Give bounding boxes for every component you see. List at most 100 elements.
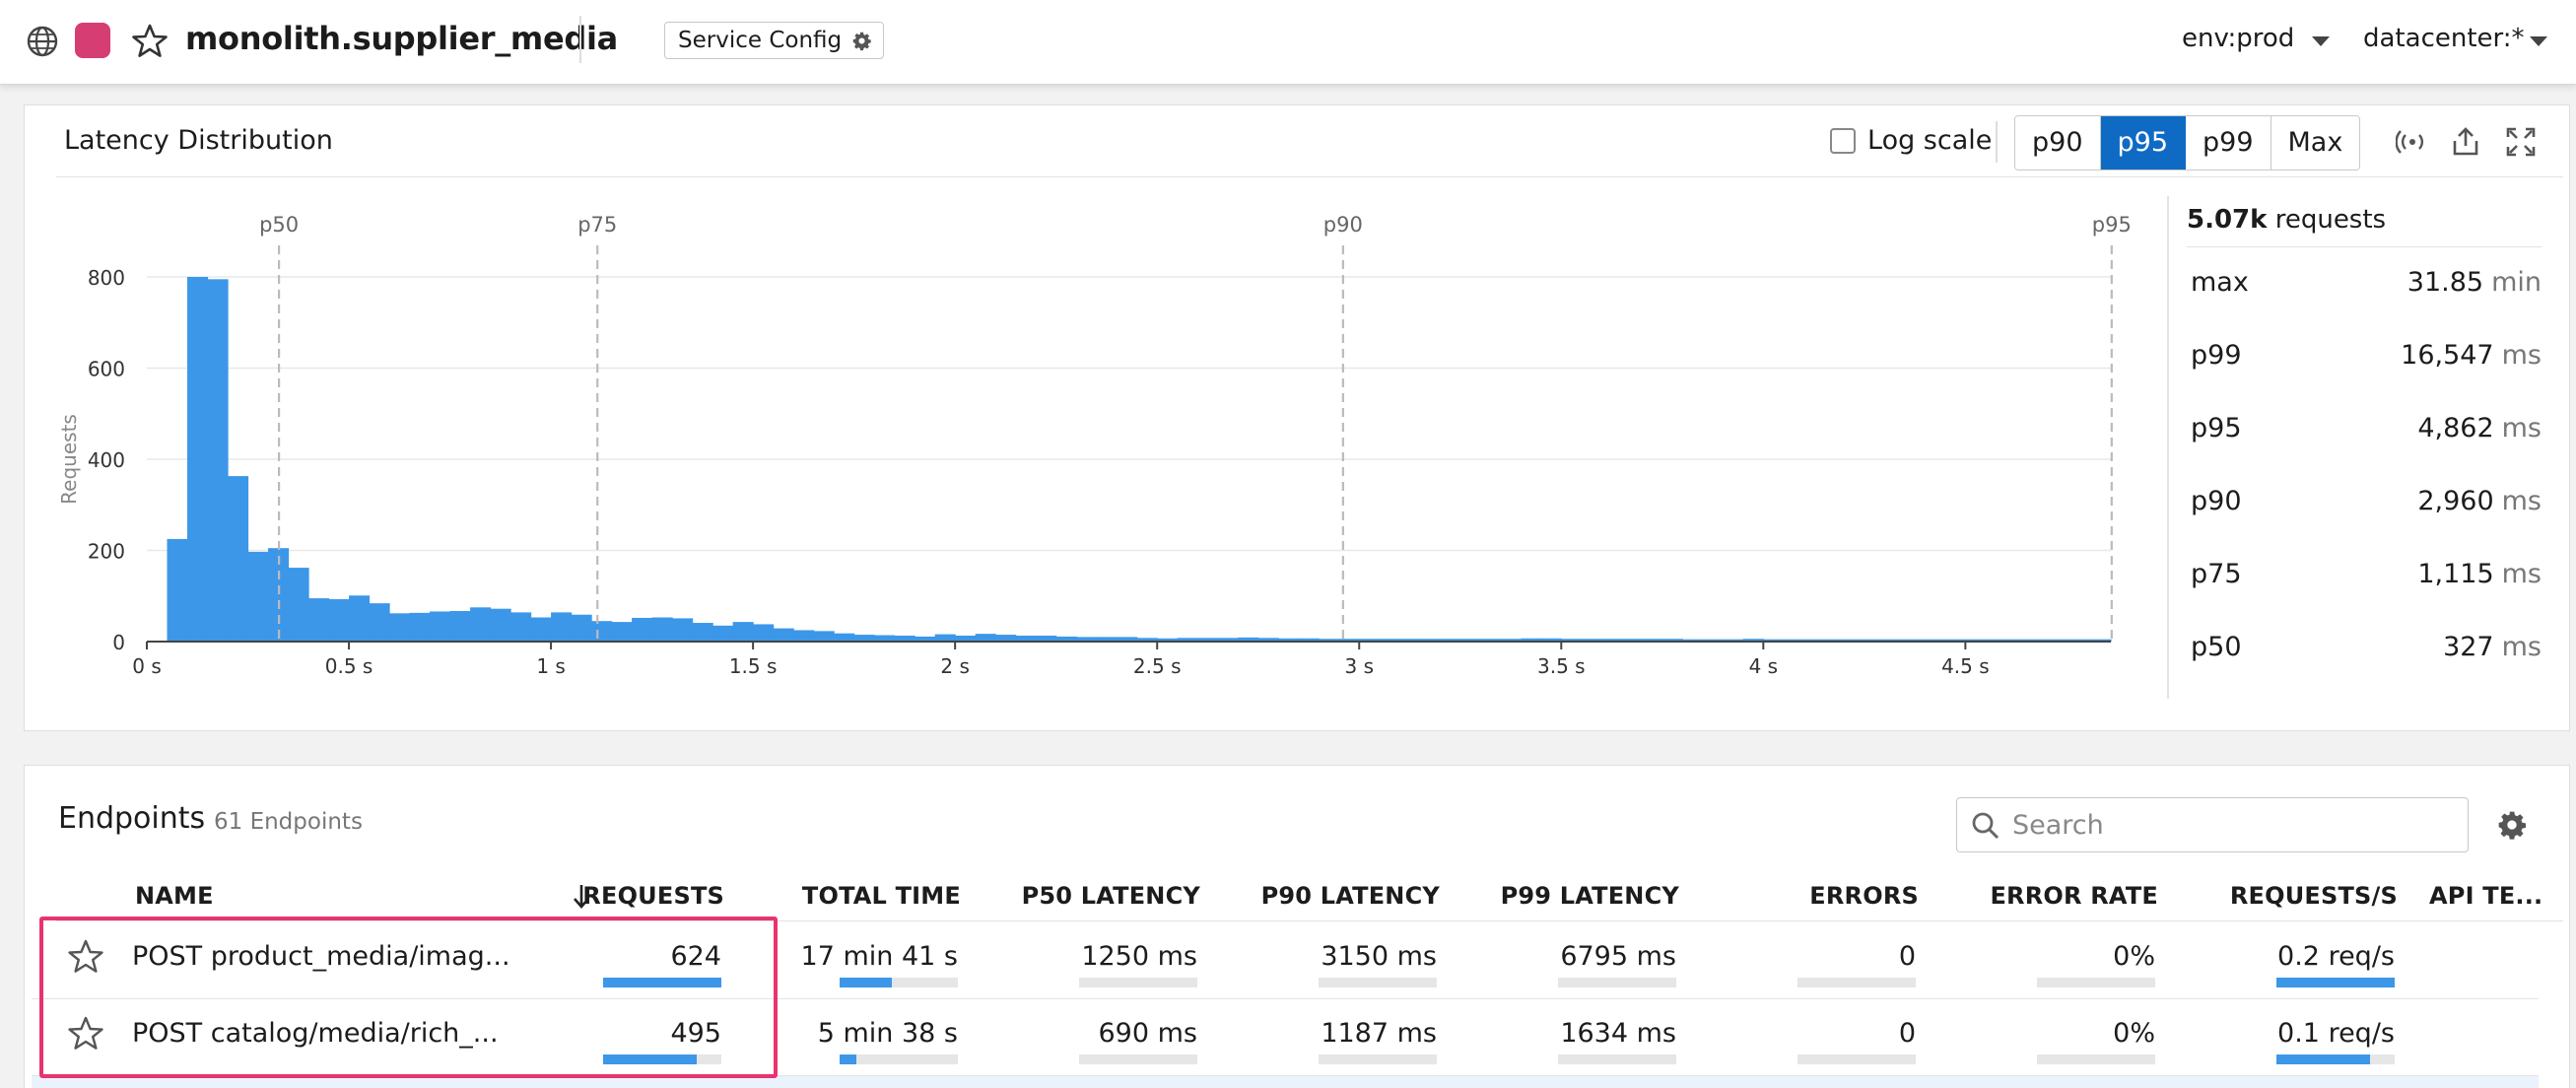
histogram-bar [349,595,371,642]
x-tick-label: 0 s [132,654,162,678]
service-config-button[interactable]: Service Config [664,22,885,59]
stat-unit: ms [2501,632,2542,662]
histogram-bar [288,568,309,642]
p90-latency-bar [1319,978,1437,987]
requests-per-second-bar [2276,978,2395,987]
divider [579,16,581,63]
column-header-requests[interactable]: REQUESTS [582,882,724,910]
globe-icon[interactable] [26,25,59,58]
column-header-errors[interactable]: ERRORS [1809,882,1919,910]
errors-bar [1797,978,1916,987]
requests-per-second-bar [2276,1054,2395,1064]
x-tick-label: 2 s [940,654,970,678]
histogram-bar [834,633,855,642]
histogram-bar [187,277,209,642]
error-rate-value: 0% [2113,1018,2155,1049]
percentile-marker-label: p50 [259,213,299,237]
y-tick-label: 800 [88,266,125,290]
p90-latency-value: 1187 ms [1321,1018,1437,1049]
request-count-label: requests [2274,205,2387,235]
requests-per-second-value: 0.2 req/s [2277,941,2395,972]
column-header-name[interactable]: NAME [135,882,214,910]
column-header-requests-per-second[interactable]: REQUESTS/S [2230,882,2398,910]
fullscreen-icon[interactable] [2504,125,2538,159]
stat-number: 1,115 [2417,559,2494,589]
total-time-bar-fill [840,978,892,987]
histogram-bar [934,634,956,642]
latency-histogram: 0 200 400 600 800 Requests 0 s 0.5 s 1 s 1.5 s 2 s… [57,213,2132,678]
requests-per-second-value: 0.1 req/s [2277,1018,2395,1049]
histogram-bar [510,612,532,642]
errors-bar [1797,1054,1916,1064]
stat-number: 4,862 [2417,413,2494,443]
p90-latency-value: 3150 ms [1321,941,1437,972]
star-icon[interactable] [131,23,169,60]
p90-latency-bar [1319,1054,1437,1064]
stat-row-p90: p90 2,960 ms [2187,466,2542,539]
chevron-down-icon[interactable] [2530,36,2547,46]
percentile-button-p99[interactable]: p99 [2186,116,2271,170]
total-time-bar-fill [840,1054,856,1064]
error-rate-bar [2037,1054,2155,1064]
column-header-error-rate[interactable]: ERROR RATE [1990,882,2158,910]
latency-stats: 5.07k requests max 31.85 min p99 16,547 ms… [2187,200,2542,685]
p99-latency-value: 6795 ms [1560,941,1676,972]
histogram-bar [449,611,471,642]
latency-distribution-panel: Latency Distribution Log scale p90 p95 p… [24,104,2570,731]
datacenter-filter[interactable]: datacenter:* [2363,24,2525,53]
errors-value: 0 [1898,1018,1916,1049]
stat-row-p75: p75 1,115 ms [2187,539,2542,612]
histogram-bar [490,608,511,642]
column-header-p99-latency[interactable]: P99 LATENCY [1501,882,1679,910]
histogram-bar [975,634,996,642]
histogram-bar [470,607,492,642]
p50-latency-value: 690 ms [1098,1018,1198,1049]
histogram-bar [409,612,431,642]
p99-latency-value: 1634 ms [1560,1018,1676,1049]
p50-latency-bar [1079,978,1197,987]
stat-value: 31.85 min [2407,267,2542,298]
x-tick-label: 3.5 s [1537,654,1586,678]
chevron-down-icon[interactable] [2312,36,2330,46]
histogram-bar [207,279,229,642]
p99-latency-bar [1558,978,1676,987]
histogram-bar [591,621,613,642]
column-header-p50-latency[interactable]: P50 LATENCY [1022,882,1200,910]
percentile-marker-label: p75 [577,213,617,237]
y-axis-label: Requests [57,414,81,505]
errors-value: 0 [1898,941,1916,972]
y-tick-label: 400 [88,448,125,472]
gear-icon[interactable] [2496,809,2528,841]
endpoints-search[interactable] [1956,797,2469,852]
column-header-api-test[interactable]: API TE... [2429,882,2542,910]
column-header-total-time[interactable]: TOTAL TIME [802,882,961,910]
percentile-button-max[interactable]: Max [2271,116,2360,170]
stat-unit: ms [2501,340,2542,371]
histogram-bar [328,598,350,642]
request-count: 5.07k requests [2187,200,2542,247]
live-signal-icon[interactable] [2396,125,2429,159]
stat-number: 2,960 [2417,486,2494,516]
percentile-marker-label: p90 [1323,213,1363,237]
export-icon[interactable] [2449,125,2482,159]
histogram-bar [793,630,815,642]
request-count-value: 5.07k [2187,205,2268,235]
x-tick-label: 3 s [1344,654,1374,678]
stat-row-p50: p50 327 ms [2187,612,2542,685]
histogram-bar [672,618,694,642]
histogram-bar [308,598,330,642]
gear-icon [852,32,871,51]
env-filter[interactable]: env:prod [2182,24,2294,53]
column-header-p90-latency[interactable]: P90 LATENCY [1261,882,1440,910]
highlight-box [39,917,778,1078]
search-input[interactable] [2012,806,2446,844]
stat-unit: min [2491,267,2542,298]
service-config-label: Service Config [678,28,843,53]
stat-label: p50 [2191,632,2242,662]
x-tick-label: 1 s [536,654,566,678]
histogram-bar [530,617,552,642]
stat-unit: ms [2501,559,2542,589]
x-tick-label: 1.5 s [729,654,778,678]
stat-row-max: max 31.85 min [2187,247,2542,320]
requests-per-second-bar-fill [2276,1054,2370,1064]
